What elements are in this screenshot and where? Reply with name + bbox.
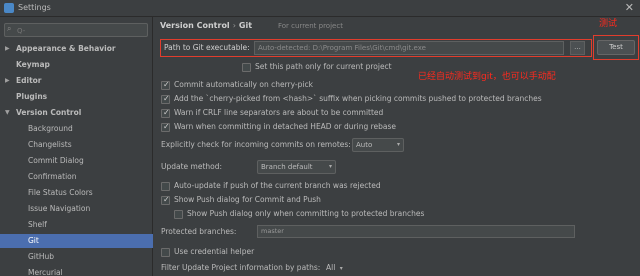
sidebar-item-label: Version Control — [16, 108, 82, 117]
checkbox-box[interactable] — [161, 182, 170, 191]
sidebar-item-file-status-colors[interactable]: File Status Colors — [0, 186, 153, 200]
sidebar-item-label: File Status Colors — [28, 188, 93, 197]
checkbox-label: Auto-update if push of the current branc… — [174, 181, 381, 190]
search-icon: ⌕ — [7, 24, 12, 33]
settings-search[interactable]: ⌕ — [4, 23, 148, 37]
sidebar-item-label: Background — [28, 124, 73, 133]
dropdown-caret-icon: ▾ — [328, 163, 332, 170]
explicit-check-select[interactable]: Auto ▾ — [352, 138, 404, 152]
sidebar-item-appearance[interactable]: ▶ Appearance & Behavior — [0, 42, 153, 56]
checkbox-label: Warn when committing in detached HEAD or… — [174, 122, 397, 131]
select-value: Auto — [356, 141, 373, 149]
sidebar-item-label: GitHub — [28, 252, 54, 261]
expand-arrow-icon[interactable]: ▶ — [5, 74, 10, 88]
sidebar-item-label: Git — [28, 236, 39, 245]
sidebar-item-shelf[interactable]: Shelf — [0, 218, 153, 232]
checkbox-box[interactable] — [174, 210, 183, 219]
sidebar-item-mercurial[interactable]: Mercurial — [0, 266, 153, 276]
checkbox-box[interactable] — [161, 107, 170, 119]
sidebar-item-background[interactable]: Background — [0, 122, 153, 136]
sidebar-item-keymap[interactable]: Keymap — [0, 58, 153, 72]
for-current-project-note: For current project — [278, 22, 343, 30]
checkbox-box[interactable] — [161, 248, 170, 257]
auto-update-checkbox[interactable]: Auto-update if push of the current branc… — [161, 180, 381, 192]
checkbox-label: Set this path only for current project — [255, 62, 392, 71]
expand-arrow-icon[interactable]: ▶ — [5, 42, 10, 56]
sidebar-item-version-control[interactable]: ▼ Version Control — [0, 106, 153, 120]
collapse-arrow-icon[interactable]: ▼ — [5, 106, 10, 120]
title-bar: Settings ✕ — [0, 0, 640, 17]
test-highlight: Test — [593, 35, 639, 60]
checkbox-box[interactable] — [161, 79, 170, 91]
sidebar-item-changelists[interactable]: Changelists — [0, 138, 153, 152]
filter-update-select[interactable]: All ▾ — [326, 262, 343, 274]
annotation-autodetect: 已经自动测试到git，也可以手动配 — [418, 72, 556, 82]
window-title: Settings — [18, 3, 51, 12]
select-value: Branch default — [261, 163, 313, 171]
checkbox-box[interactable] — [242, 63, 251, 72]
checkbox-label: Add the `cherry-picked from <hash>` suff… — [174, 94, 542, 103]
sidebar-item-confirmation[interactable]: Confirmation — [0, 170, 153, 184]
breadcrumb-current: Git — [238, 21, 253, 30]
git-path-input[interactable]: Auto-detected: D:\Program Files\Git\cmd\… — [254, 41, 564, 55]
breadcrumb: Version Control › Git — [160, 21, 252, 30]
explicit-check-label: Explicitly check for incoming commits on… — [161, 140, 351, 149]
update-method-label: Update method: — [161, 162, 223, 171]
sidebar-item-issue-navigation[interactable]: Issue Navigation — [0, 202, 153, 216]
credential-helper-checkbox[interactable]: Use credential helper — [161, 246, 254, 258]
checkbox-box[interactable] — [161, 194, 170, 206]
dropdown-caret-icon: ▾ — [339, 265, 343, 272]
sidebar-item-label: Commit Dialog — [28, 156, 84, 165]
update-method-select[interactable]: Branch default ▾ — [257, 160, 336, 174]
checkbox-label: Warn if CRLF line separators are about t… — [174, 108, 384, 117]
browse-button[interactable]: ... — [570, 41, 585, 55]
sidebar-item-label: Mercurial — [28, 268, 63, 276]
breadcrumb-parent[interactable]: Version Control — [160, 21, 230, 30]
dropdown-caret-icon: ▾ — [396, 141, 400, 148]
protected-branches-label: Protected branches: — [161, 227, 237, 236]
sidebar-item-label: Editor — [16, 76, 42, 85]
sidebar-item-commit-dialog[interactable]: Commit Dialog — [0, 154, 153, 168]
sidebar-item-label: Confirmation — [28, 172, 77, 181]
sidebar-item-label: Changelists — [28, 140, 72, 149]
git-settings-panel: Version Control › Git For current project … — [154, 17, 640, 276]
sidebar-item-label: Keymap — [16, 60, 50, 69]
select-value: All — [326, 263, 336, 272]
cherry-picked-suffix-checkbox[interactable]: Add the `cherry-picked from <hash>` suff… — [161, 93, 542, 105]
sidebar-item-label: Plugins — [16, 92, 48, 101]
show-push-dialog-checkbox[interactable]: Show Push dialog for Commit and Push — [161, 194, 321, 206]
settings-sidebar: ⌕ ▶ Appearance & Behavior Keymap ▶ Edito… — [0, 17, 153, 276]
warn-detached-head-checkbox[interactable]: Warn when committing in detached HEAD or… — [161, 121, 396, 133]
annotation-test: 测试 — [599, 19, 618, 29]
checkbox-box[interactable] — [161, 121, 170, 133]
commit-on-cherry-pick-checkbox[interactable]: Commit automatically on cherry-pick — [161, 79, 313, 91]
checkbox-label: Show Push dialog only when committing to… — [187, 209, 425, 218]
sidebar-item-editor[interactable]: ▶ Editor — [0, 74, 153, 88]
app-icon — [4, 3, 14, 13]
checkbox-label: Show Push dialog for Commit and Push — [174, 195, 321, 204]
sidebar-item-label: Appearance & Behavior — [16, 44, 116, 53]
git-path-label: Path to Git executable: — [164, 43, 250, 52]
sidebar-item-github[interactable]: GitHub — [0, 250, 153, 264]
protected-branches-input[interactable]: master — [257, 225, 575, 238]
checkbox-box[interactable] — [161, 93, 170, 105]
test-button[interactable]: Test — [597, 40, 635, 55]
checkbox-label: Use credential helper — [174, 247, 255, 256]
close-icon[interactable]: ✕ — [625, 1, 634, 14]
set-path-only-current-checkbox[interactable]: Set this path only for current project — [242, 61, 392, 73]
show-push-protected-checkbox[interactable]: Show Push dialog only when committing to… — [174, 208, 424, 220]
warn-crlf-checkbox[interactable]: Warn if CRLF line separators are about t… — [161, 107, 383, 119]
sidebar-item-git[interactable]: Git — [0, 234, 153, 248]
git-path-row: Path to Git executable: Auto-detected: D… — [160, 39, 592, 57]
breadcrumb-separator: › — [232, 21, 236, 30]
search-input[interactable] — [17, 25, 145, 36]
sidebar-item-plugins[interactable]: Plugins — [0, 90, 153, 104]
checkbox-label: Commit automatically on cherry-pick — [174, 80, 313, 89]
sidebar-item-label: Issue Navigation — [28, 204, 91, 213]
filter-update-label: Filter Update Project information by pat… — [161, 263, 321, 272]
sidebar-item-label: Shelf — [28, 220, 47, 229]
